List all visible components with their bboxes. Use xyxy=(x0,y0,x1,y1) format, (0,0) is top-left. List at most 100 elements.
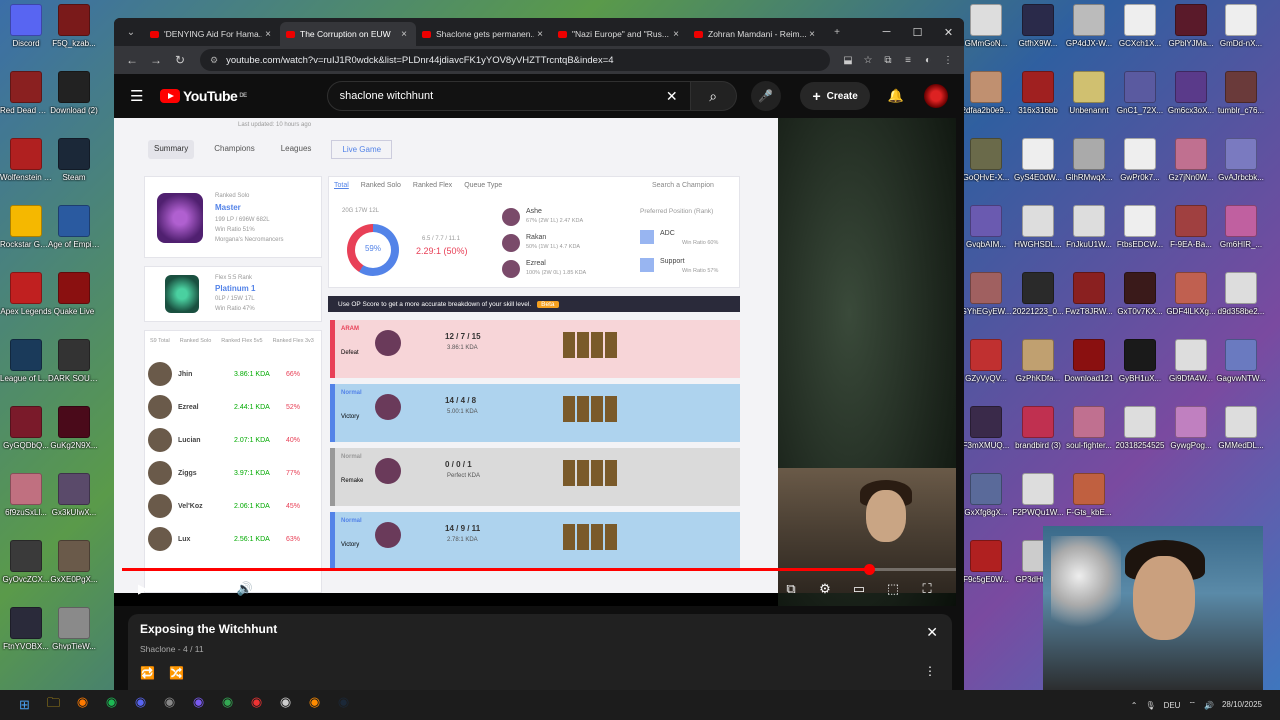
youtube-logo[interactable]: YouTube DE xyxy=(160,88,247,104)
taskbar-app-icon[interactable]: ◉ xyxy=(242,694,271,716)
desktop-icon[interactable]: d9d358be2... xyxy=(1215,272,1267,316)
desktop-icon[interactable]: F2PWQu1W... xyxy=(1012,473,1064,517)
tab-close-icon[interactable]: × xyxy=(262,29,274,40)
desktop-icon[interactable]: 20318254525 xyxy=(1114,406,1166,450)
maximize-button[interactable]: ☐ xyxy=(902,26,933,39)
desktop-icon[interactable]: GyBH1uX... xyxy=(1114,339,1166,383)
scrubber-handle[interactable] xyxy=(863,564,875,575)
forward-button[interactable]: → xyxy=(144,53,168,67)
desktop-icon[interactable]: F3mXMUQ... xyxy=(960,406,1012,450)
desktop-icon[interactable]: FwzT8JRW... xyxy=(1063,272,1115,316)
profile-avatar-icon[interactable]: ◐ xyxy=(918,55,938,66)
desktop-icon[interactable]: F-9EA-Ba... xyxy=(1165,205,1217,249)
desktop-icon[interactable]: GmDd-nX... xyxy=(1215,4,1267,48)
browser-tab[interactable]: "Nazi Europe" and "Rus... × xyxy=(552,22,688,46)
extensions-icon[interactable]: ⧉ xyxy=(878,55,898,66)
search-input[interactable]: shaclone witchhunt ✕ xyxy=(326,81,691,111)
url-field[interactable]: ⚙ youtube.com/watch?v=ruIJ1R0wdck&list=P… xyxy=(200,49,830,71)
taskbar-app-icon[interactable]: ◉ xyxy=(300,694,329,716)
desktop-icon[interactable]: GyGQDbQ... xyxy=(0,406,52,450)
tab-close-icon[interactable]: × xyxy=(534,29,546,40)
match-row[interactable]: Normal Victory 14 / 4 / 8 5.00:1 KDA xyxy=(330,384,740,442)
tray-overflow-icon[interactable]: ⌃ xyxy=(1131,701,1138,710)
tab-close-icon[interactable]: × xyxy=(670,29,682,40)
desktop-icon[interactable]: Discord xyxy=(0,4,52,48)
taskbar-app-icon[interactable]: 🗀 xyxy=(39,694,68,716)
match-row[interactable]: Normal Remake 0 / 0 / 1 Perfect KDA xyxy=(330,448,740,506)
desktop-icon[interactable]: GDF4lLKXg... xyxy=(1165,272,1217,316)
desktop-icon[interactable]: GhvpTieW... xyxy=(48,607,100,651)
desktop-icon[interactable]: GlhRMwqX... xyxy=(1063,138,1115,182)
desktop-icon[interactable]: HWGHSDL... xyxy=(1012,205,1064,249)
taskbar-app-icon[interactable]: ◉ xyxy=(68,694,97,716)
tray-mic-icon[interactable]: 🎙 xyxy=(1145,701,1155,710)
account-avatar[interactable] xyxy=(924,84,948,108)
desktop-icon[interactable]: Steam xyxy=(48,138,100,182)
desktop-icon[interactable]: GvAJrbcbk... xyxy=(1215,138,1267,182)
subtitles-button[interactable]: ⧉ xyxy=(774,581,808,597)
shuffle-icon[interactable]: 🔀 xyxy=(169,666,184,680)
desktop-icon[interactable]: Age of Empires... xyxy=(48,205,100,249)
desktop-icon[interactable]: GyOvcZCX... xyxy=(0,540,52,584)
tray-language[interactable]: DEU xyxy=(1164,701,1181,710)
desktop-icon[interactable]: 316x316bb xyxy=(1012,71,1064,115)
desktop-icon[interactable]: Gx3kUIwX... xyxy=(48,473,100,517)
miniplayer-button[interactable]: ▭ xyxy=(842,581,876,597)
fullscreen-button[interactable]: ⛶ xyxy=(910,581,944,597)
tab-search-icon[interactable]: ⌄ xyxy=(122,23,140,41)
desktop-icon[interactable]: Wolfenstein The New ... xyxy=(0,138,52,182)
taskbar-app-icon[interactable]: ◉ xyxy=(126,694,155,716)
install-icon[interactable]: ⬓ xyxy=(838,55,858,66)
voice-search-button[interactable]: 🎤 xyxy=(750,81,781,111)
desktop-icon[interactable]: GwPr0k7... xyxy=(1114,138,1166,182)
browser-tab[interactable]: 'DENYING Aid For Hama... × xyxy=(144,22,280,46)
desktop-icon[interactable]: League of Legends xyxy=(0,339,52,383)
browser-menu-icon[interactable]: ⋮ xyxy=(938,55,958,66)
desktop-icon[interactable]: F9c5gE0W... xyxy=(960,540,1012,584)
play-button[interactable]: ▶ xyxy=(126,581,160,597)
desktop-icon[interactable]: GCXch1X... xyxy=(1114,4,1166,48)
back-button[interactable]: ← xyxy=(120,53,144,67)
clear-search-icon[interactable]: ✕ xyxy=(666,88,678,105)
clock[interactable]: 28/10/2025 xyxy=(1222,700,1262,710)
close-playlist-icon[interactable]: ✕ xyxy=(926,624,938,641)
search-button[interactable]: ⌕ xyxy=(690,81,737,111)
create-button[interactable]: + Create xyxy=(800,82,870,110)
menu-icon[interactable]: ☰ xyxy=(130,87,146,105)
desktop-icon[interactable]: GnC1_72X... xyxy=(1114,71,1166,115)
desktop-icon[interactable]: GzPhKDfa... xyxy=(1012,339,1064,383)
desktop-icon[interactable]: GYhEGyEW... xyxy=(960,272,1012,316)
video-progress-bar[interactable] xyxy=(122,564,956,575)
desktop-icon[interactable]: GxXE0PgX... xyxy=(48,540,100,584)
previous-button[interactable]: ⏮ xyxy=(160,581,194,597)
tab-close-icon[interactable]: × xyxy=(806,29,818,40)
volume-button[interactable]: 🔊 xyxy=(228,581,262,597)
desktop-icon[interactable]: Red Dead Redempti... xyxy=(0,71,52,115)
desktop-icon[interactable]: F5Q_kzab... xyxy=(48,4,100,48)
desktop-icon[interactable]: Quake Live xyxy=(48,272,100,316)
new-tab-button[interactable]: + xyxy=(828,23,846,41)
desktop-icon[interactable]: Apex Legends xyxy=(0,272,52,316)
playlist-title[interactable]: Exposing the Witchhunt xyxy=(140,622,940,636)
champion-search[interactable]: Search a Champion xyxy=(652,182,714,189)
playlist-menu-icon[interactable]: ⋮ xyxy=(924,664,936,678)
next-button[interactable]: ⏭ xyxy=(194,581,228,597)
desktop-icon[interactable]: GyS4E0dW... xyxy=(1012,138,1064,182)
desktop-icon[interactable]: FtnYVOBX... xyxy=(0,607,52,651)
desktop-icon[interactable]: brandbird (3) xyxy=(1012,406,1064,450)
desktop-icon[interactable]: F-Gts_kbE... xyxy=(1063,473,1115,517)
desktop-icon[interactable]: GoQHvE-X... xyxy=(960,138,1012,182)
desktop-icon[interactable]: GxXfg8gX... xyxy=(960,473,1012,517)
desktop-icon[interactable]: Gm6HIR_... xyxy=(1215,205,1267,249)
desktop-icon[interactable]: 2dfaa2b0e9... xyxy=(960,71,1012,115)
desktop-icon[interactable]: 20221223_0... xyxy=(1012,272,1064,316)
browser-tab[interactable]: The Corruption on EUW × xyxy=(280,22,416,46)
desktop-icon[interactable]: GuKg2N9X... xyxy=(48,406,100,450)
match-row[interactable]: ARAM Defeat 12 / 7 / 15 3.86:1 KDA xyxy=(330,320,740,378)
desktop-icon[interactable]: GZyVyQV... xyxy=(960,339,1012,383)
desktop-icon[interactable]: FtbsEDCW... xyxy=(1114,205,1166,249)
desktop-icon[interactable]: Gi9DfA4W... xyxy=(1165,339,1217,383)
desktop-icon[interactable]: GMMedDL... xyxy=(1215,406,1267,450)
taskbar-app-icon[interactable]: ◉ xyxy=(271,694,300,716)
desktop-icon[interactable]: Download (2) xyxy=(48,71,100,115)
